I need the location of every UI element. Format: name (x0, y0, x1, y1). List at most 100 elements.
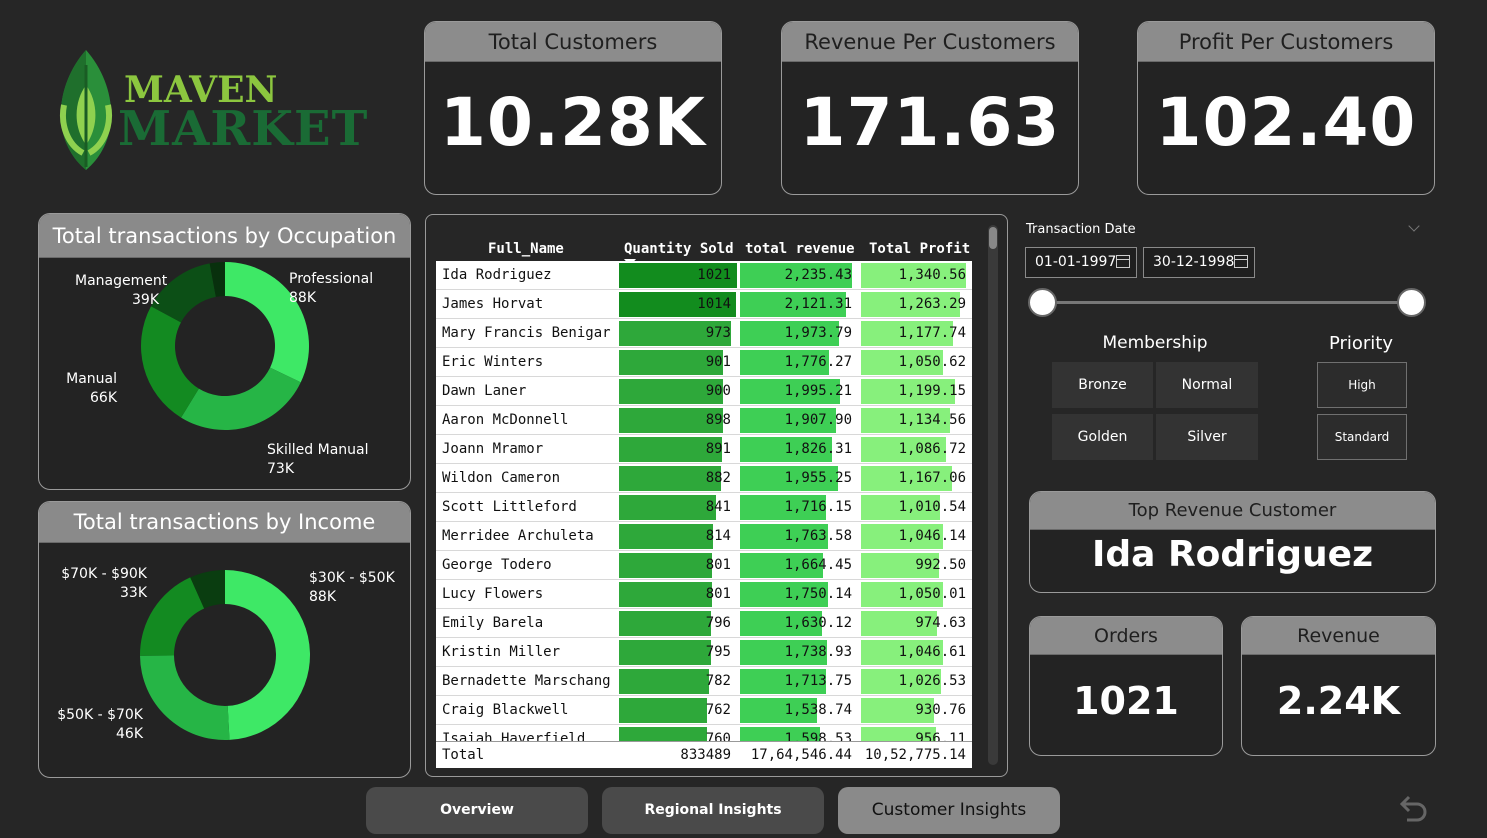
profit-cell: 1,167.06 (861, 464, 972, 493)
customer-name-cell: Aaron McDonnell (442, 412, 569, 428)
profit-value: 956.11 (915, 731, 966, 741)
donut-slice[interactable] (140, 306, 199, 418)
membership-normal[interactable]: Normal (1156, 362, 1258, 408)
quantity-cell: 795 (619, 638, 737, 667)
total-qty: 833489 (680, 747, 731, 763)
quantity-cell: 882 (619, 464, 737, 493)
date-from-input[interactable]: 01-01-1997 (1025, 247, 1137, 278)
table-row[interactable]: Scott Littleford 841 1,716.15 1,010.54 (436, 493, 972, 522)
slider-end-handle[interactable] (1397, 288, 1426, 317)
scroll-thumb[interactable] (989, 227, 997, 249)
revenue-value: 1,826.31 (784, 441, 852, 457)
table-row[interactable]: Lucy Flowers 801 1,750.14 1,050.01 (436, 580, 972, 609)
logo-line2: MARKET (118, 101, 369, 157)
slider-start-handle[interactable] (1028, 288, 1057, 317)
label-professional-value: 88K (289, 290, 316, 306)
table-row[interactable]: Merridee Archuleta 814 1,763.58 1,046.14 (436, 522, 972, 551)
revenue-cell: 1,713.75 (740, 667, 858, 696)
label-30-50: $30K - $50K 88K (309, 569, 395, 607)
back-arrow-icon[interactable] (1395, 792, 1429, 826)
nav-regional-insights-button[interactable]: Regional Insights (602, 787, 824, 834)
table-row[interactable]: Mary Francis Benigar 973 1,973.79 1,177.74 (436, 319, 972, 348)
quantity-bar (619, 698, 707, 723)
quantity-value: 882 (705, 470, 731, 486)
orders-label: Orders (1030, 617, 1222, 655)
quantity-cell: 801 (619, 551, 737, 580)
table-row[interactable]: Wildon Cameron 882 1,955.25 1,167.06 (436, 464, 972, 493)
table-row[interactable]: Kristin Miller 795 1,738.93 1,046.61 (436, 638, 972, 667)
header-total-revenue[interactable]: total revenue (745, 241, 855, 257)
label-management: Management 39K (75, 272, 167, 310)
header-full-name[interactable]: Full_Name (488, 241, 564, 257)
customer-name-cell: Joann Mramor (442, 441, 544, 457)
label-70-90-value: 33K (120, 585, 147, 601)
quantity-cell: 801 (619, 580, 737, 609)
revenue-value: 1,907.90 (784, 412, 852, 428)
profit-cell: 1,263.29 (861, 290, 972, 319)
table-row[interactable]: Bernadette Marschang 782 1,713.75 1,026.53 (436, 667, 972, 696)
quantity-value: 801 (705, 586, 731, 602)
revenue-value: 1,763.58 (784, 528, 852, 544)
customer-name-cell: Mary Francis Benigar (442, 325, 611, 341)
revenue-card: Revenue 2.24K (1241, 616, 1436, 756)
label-management-value: 39K (132, 292, 159, 308)
donut-slice[interactable] (140, 577, 205, 656)
priority-standard[interactable]: Standard (1317, 414, 1407, 460)
membership-silver[interactable]: Silver (1156, 414, 1258, 460)
profit-value: 992.50 (915, 557, 966, 573)
membership-bronze[interactable]: Bronze (1052, 362, 1153, 408)
date-to-input[interactable]: 30-12-1998 (1143, 247, 1255, 278)
donut-slice[interactable] (181, 367, 301, 430)
chevron-down-icon[interactable] (1408, 220, 1420, 232)
profit-value: 1,167.06 (898, 470, 966, 486)
table-row[interactable]: Emily Barela 796 1,630.12 974.63 (436, 609, 972, 638)
donut-slice[interactable] (225, 570, 310, 740)
quantity-cell: 796 (619, 609, 737, 638)
table-row[interactable]: James Horvat 1014 2,121.31 1,263.29 (436, 290, 972, 319)
table-row[interactable]: Isaiah Haverfield 760 1,598.53 956.11 (436, 725, 972, 741)
customer-name-cell: Isaiah Haverfield (442, 731, 586, 741)
revenue-value: 1,995.21 (784, 383, 852, 399)
header-quantity-sold[interactable]: Quantity Sold (624, 241, 734, 257)
table-row[interactable]: Joann Mramor 891 1,826.31 1,086.72 (436, 435, 972, 464)
top-revenue-customer-card: Top Revenue Customer Ida Rodriguez (1029, 491, 1436, 593)
label-professional: Professional 88K (289, 270, 373, 308)
orders-card: Orders 1021 (1029, 616, 1223, 756)
customer-name-cell: Craig Blackwell (442, 702, 569, 718)
table-row[interactable]: George Todero 801 1,664.45 992.50 (436, 551, 972, 580)
quantity-bar (619, 524, 713, 549)
nav-overview-button[interactable]: Overview (366, 787, 588, 834)
quantity-bar (619, 640, 711, 665)
table-row[interactable]: Dawn Laner 900 1,995.21 1,199.15 (436, 377, 972, 406)
nav-customer-insights-button[interactable]: Customer Insights (838, 787, 1060, 834)
quantity-cell: 973 (619, 319, 737, 348)
quantity-value: 901 (705, 354, 731, 370)
customer-name-cell: Bernadette Marschang (442, 673, 611, 689)
calendar-icon[interactable] (1116, 255, 1130, 268)
profit-cell: 974.63 (861, 609, 972, 638)
profit-cell: 1,086.72 (861, 435, 972, 464)
membership-golden[interactable]: Golden (1052, 414, 1153, 460)
table-row[interactable]: Eric Winters 901 1,776.27 1,050.62 (436, 348, 972, 377)
table-row[interactable]: Ida Rodriguez 1021 2,235.43 1,340.56 (436, 261, 972, 290)
revenue-cell: 1,973.79 (740, 319, 858, 348)
label-manual-value: 66K (90, 390, 117, 406)
revenue-value: 1,713.75 (784, 673, 852, 689)
revenue-cell: 1,630.12 (740, 609, 858, 638)
priority-high[interactable]: High (1317, 362, 1407, 408)
profit-cell: 930.76 (861, 696, 972, 725)
date-range-slider[interactable] (1042, 301, 1412, 304)
revenue-value: 1,598.53 (784, 731, 852, 741)
calendar-icon[interactable] (1234, 255, 1248, 268)
label-50-70: $50K - $70K 46K (55, 706, 143, 744)
total-profit: 10,52,775.14 (864, 747, 966, 763)
quantity-value: 814 (705, 528, 731, 544)
quantity-value: 760 (705, 731, 731, 741)
revenue-value: 1,955.25 (784, 470, 852, 486)
table-row[interactable]: Craig Blackwell 762 1,538.74 930.76 (436, 696, 972, 725)
table-row[interactable]: Aaron McDonnell 898 1,907.90 1,134.56 (436, 406, 972, 435)
table-scrollbar[interactable] (988, 225, 998, 765)
donut-slice[interactable] (140, 655, 230, 740)
header-total-profit[interactable]: Total Profit (869, 241, 970, 257)
profit-value: 1,050.62 (898, 354, 966, 370)
